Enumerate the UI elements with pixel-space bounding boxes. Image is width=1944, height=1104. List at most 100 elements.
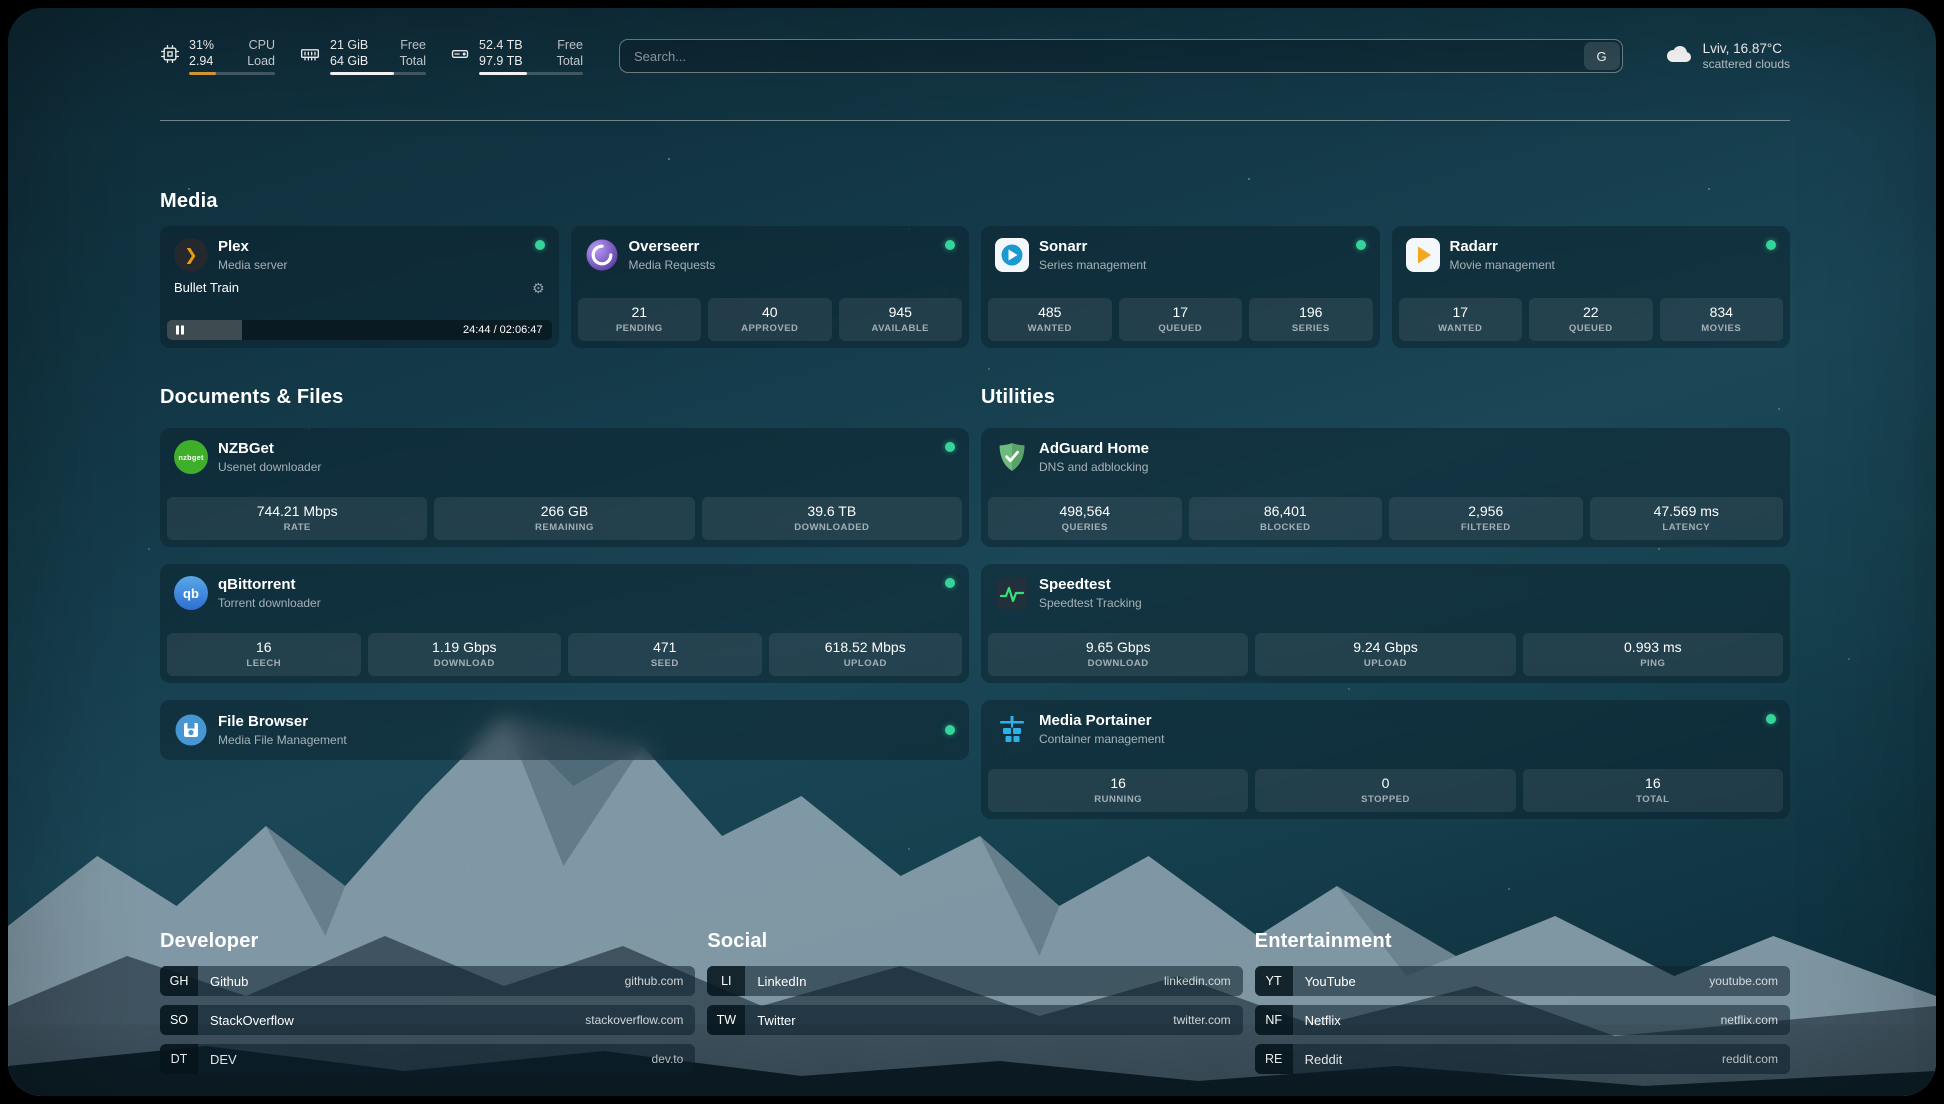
background-stars — [8, 8, 10, 10]
settings-gear-icon[interactable]: ⚙ — [532, 281, 545, 295]
weather-condition: scattered clouds — [1703, 57, 1790, 71]
stat-block: 16TOTAL — [1523, 769, 1783, 813]
dashboard-screen: 31%CPU 2.94Load 21 GiBFree 64 GiBTotal — [8, 8, 1936, 1096]
topbar-divider — [160, 120, 1790, 121]
bookmark-dev[interactable]: DT DEV dev.to — [160, 1044, 695, 1074]
bookmark-stackoverflow[interactable]: SO StackOverflow stackoverflow.com — [160, 1005, 695, 1035]
stat-block: 21PENDING — [578, 298, 702, 342]
weather-widget: Lviv, 16.87°C scattered clouds — [1663, 41, 1790, 71]
bookmark-netflix[interactable]: NF Netflix netflix.com — [1255, 1005, 1790, 1035]
stat-block: 1.19 GbpsDOWNLOAD — [368, 633, 562, 677]
now-playing-title: Bullet Train — [174, 280, 239, 295]
bookmark-url: netflix.com — [1721, 1013, 1778, 1027]
bookmark-twitter[interactable]: TW Twitter twitter.com — [707, 1005, 1242, 1035]
cpu-load: 2.94 — [189, 53, 213, 69]
service-name: Speedtest — [1039, 576, 1142, 594]
bookmark-youtube[interactable]: YT YouTube youtube.com — [1255, 966, 1790, 996]
status-dot — [945, 240, 955, 250]
resource-widgets: 31%CPU 2.94Load 21 GiBFree 64 GiBTotal — [160, 37, 583, 76]
weather-location: Lviv, 16.87°C — [1703, 41, 1790, 56]
disk-widget: 52.4 TBFree 97.9 TBTotal — [450, 37, 583, 76]
speedtest-icon — [995, 576, 1029, 610]
bookmark-abbr: DT — [160, 1044, 198, 1074]
service-name: AdGuard Home — [1039, 440, 1149, 458]
portainer-icon — [995, 712, 1029, 746]
qbittorrent-icon: qb — [174, 576, 208, 610]
stat-block: 0.993 msPING — [1523, 633, 1783, 677]
bookmark-url: linkedin.com — [1164, 974, 1231, 988]
stat-block: 498,564QUERIES — [988, 497, 1182, 541]
service-name: File Browser — [218, 713, 347, 731]
bookmarks-entertainment: Entertainment YT YouTube youtube.com NF … — [1255, 930, 1790, 1083]
section-title-entertainment: Entertainment — [1255, 930, 1790, 953]
stat-block: 0STOPPED — [1255, 769, 1515, 813]
cpu-label: CPU — [249, 37, 275, 53]
bookmark-name: YouTube — [1305, 974, 1356, 989]
plex-icon: ❯ — [174, 238, 208, 272]
card-overseerr[interactable]: Overseerr Media Requests 21PENDING 40APP… — [571, 226, 970, 348]
service-description: Media Requests — [629, 258, 716, 272]
search-bar: G — [619, 39, 1623, 73]
service-name: Plex — [218, 238, 287, 256]
bookmark-github[interactable]: GH Github github.com — [160, 966, 695, 996]
disk-total: 97.9 TB — [479, 53, 523, 69]
service-description: Media File Management — [218, 733, 347, 747]
section-title-media: Media — [160, 190, 1790, 213]
service-name: NZBGet — [218, 440, 321, 458]
service-description: Movie management — [1450, 258, 1555, 272]
section-title-utilities: Utilities — [981, 386, 1790, 409]
card-sonarr[interactable]: Sonarr Series management 485WANTED 17QUE… — [981, 226, 1380, 348]
section-media: Media ❯ Plex Media server Bullet Train ⚙ — [160, 190, 1790, 348]
service-description: Container management — [1039, 732, 1164, 746]
stat-block: 744.21 MbpsRATE — [167, 497, 427, 541]
bookmark-reddit[interactable]: RE Reddit reddit.com — [1255, 1044, 1790, 1074]
bookmark-url: github.com — [625, 974, 684, 988]
disk-bar — [479, 72, 583, 75]
playback-progress-bar: 24:44 / 02:06:47 — [167, 320, 552, 340]
service-description: Series management — [1039, 258, 1146, 272]
service-name: Radarr — [1450, 238, 1555, 256]
bookmark-url: stackoverflow.com — [585, 1013, 683, 1027]
stat-block: 266 GBREMAINING — [434, 497, 694, 541]
memory-bar — [330, 72, 426, 75]
stat-block: 86,401BLOCKED — [1189, 497, 1383, 541]
disk-total-label: Total — [557, 53, 583, 69]
memory-free: 21 GiB — [330, 37, 368, 53]
cpu-load-label: Load — [247, 53, 275, 69]
stat-block: 196SERIES — [1249, 298, 1373, 342]
pause-icon — [176, 326, 179, 335]
card-portainer[interactable]: Media Portainer Container management 16R… — [981, 700, 1790, 819]
cloud-icon — [1663, 43, 1693, 70]
bookmark-url: twitter.com — [1173, 1013, 1230, 1027]
status-dot — [945, 725, 955, 735]
search-input[interactable] — [619, 39, 1623, 73]
stat-block: 16LEECH — [167, 633, 361, 677]
bookmark-linkedin[interactable]: LI LinkedIn linkedin.com — [707, 966, 1242, 996]
card-filebrowser[interactable]: File Browser Media File Management — [160, 700, 969, 760]
stat-block: 16RUNNING — [988, 769, 1248, 813]
bookmarks-social: Social LI LinkedIn linkedin.com TW Twitt… — [707, 930, 1242, 1083]
sonarr-icon — [995, 238, 1029, 272]
section-title-documents: Documents & Files — [160, 386, 969, 409]
service-name: Overseerr — [629, 238, 716, 256]
status-dot — [945, 442, 955, 452]
bookmark-abbr: TW — [707, 1005, 745, 1035]
bookmark-name: StackOverflow — [210, 1013, 294, 1028]
card-speedtest[interactable]: Speedtest Speedtest Tracking 9.65 GbpsDO… — [981, 564, 1790, 683]
card-radarr[interactable]: Radarr Movie management 17WANTED 22QUEUE… — [1392, 226, 1791, 348]
nzbget-icon: nzbget — [174, 440, 208, 474]
stat-block: 471SEED — [568, 633, 762, 677]
overseerr-icon — [585, 238, 619, 272]
card-plex[interactable]: ❯ Plex Media server Bullet Train ⚙ 24:44… — [160, 226, 559, 348]
bookmark-name: Github — [210, 974, 248, 989]
disk-free-label: Free — [557, 37, 583, 53]
card-adguard[interactable]: AdGuard Home DNS and adblocking 498,564Q… — [981, 428, 1790, 547]
memory-total-label: Total — [400, 53, 426, 69]
service-description: Speedtest Tracking — [1039, 596, 1142, 610]
service-name: qBittorrent — [218, 576, 321, 594]
card-qbittorrent[interactable]: qb qBittorrent Torrent downloader 16LEEC… — [160, 564, 969, 683]
search-provider-button[interactable]: G — [1584, 42, 1620, 70]
bookmark-abbr: LI — [707, 966, 745, 996]
stat-block: 2,956FILTERED — [1389, 497, 1583, 541]
card-nzbget[interactable]: nzbget NZBGet Usenet downloader 744.21 M… — [160, 428, 969, 547]
